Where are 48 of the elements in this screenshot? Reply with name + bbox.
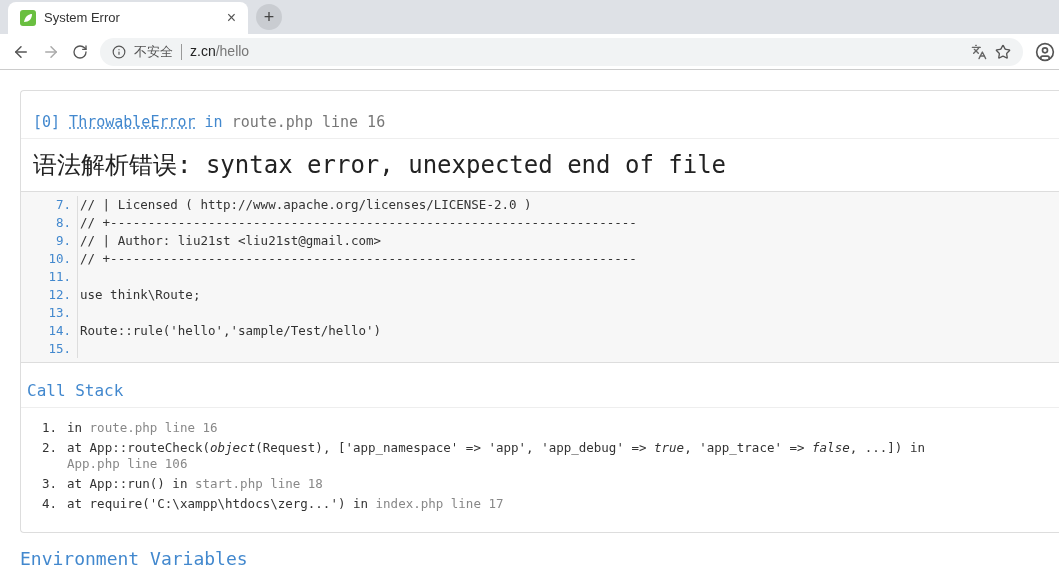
translate-icon[interactable] (971, 43, 987, 60)
error-in: in (204, 112, 223, 133)
line-number: 8. (54, 213, 72, 232)
line-number: 9. (54, 231, 72, 250)
code-line: use think\Route; (77, 285, 201, 304)
error-message: 语法解析错误: syntax error, unexpected end of file (21, 138, 1059, 192)
tab-title: System Error (44, 9, 121, 28)
url-host: z.cn (190, 42, 216, 61)
stack-call: in (67, 419, 83, 435)
line-number: 13. (47, 303, 72, 322)
code-line: Route::rule('hello','sample/Test/hello') (77, 321, 382, 340)
call-stack-title: Call Stack (21, 362, 1059, 408)
stack-call: at App::run() in (67, 475, 188, 491)
line-number: 7. (54, 195, 72, 214)
stack-location: App.php line 106 (67, 455, 188, 471)
stack-number: 2. (40, 439, 58, 457)
line-number: 11. (47, 267, 72, 286)
error-class: ThrowableError (69, 112, 196, 133)
new-tab-button[interactable]: + (256, 4, 282, 30)
address-bar[interactable]: 不安全 z.cn/hello (100, 37, 1023, 66)
stack-number: 1. (40, 419, 58, 436)
environment-variables-title: Environment Variables (20, 546, 249, 567)
stack-number: 4. (40, 495, 58, 512)
line-number: 10. (47, 249, 72, 268)
info-icon (112, 44, 126, 59)
error-index: [0] (33, 112, 61, 133)
code-line: // +---------------------------------------------------------------------- (77, 213, 637, 232)
stack-location: index.php line 17 (375, 495, 504, 511)
code-line: // | Licensed ( http://www.apache.org/licenses/LICENSE-2.0 ) (77, 195, 532, 214)
stack-location: start.php line 18 (194, 475, 323, 491)
browser-tab[interactable]: System Error × (8, 2, 248, 34)
stack-call: at require('C:\xampp\htdocs\zerg...') in (67, 495, 369, 511)
url-path: /hello (215, 42, 250, 61)
code-line: // +---------------------------------------------------------------------- (77, 249, 637, 268)
line-number: 15. (47, 339, 72, 358)
stack-call: at App::routeCheck(object(Request), ['app_namespace' => 'app', 'app_debug' => true, 'app_trace' => false, ...]) in (67, 439, 925, 455)
stack-location: route.php line 16 (89, 419, 218, 435)
profile-icon[interactable] (1035, 41, 1055, 62)
stack-number: 3. (40, 475, 58, 492)
security-label: 不安全 (134, 42, 173, 61)
code-line: // | Author: liu21st <liu21st@gmail.com> (77, 231, 382, 250)
error-location: route.php line 16 (231, 112, 386, 133)
leaf-icon (20, 10, 36, 26)
reload-icon[interactable] (72, 43, 88, 60)
close-button[interactable]: × (226, 10, 236, 26)
line-number: 12. (47, 285, 72, 304)
line-number: 14. (47, 321, 72, 340)
bookmark-star-icon[interactable] (995, 43, 1011, 60)
